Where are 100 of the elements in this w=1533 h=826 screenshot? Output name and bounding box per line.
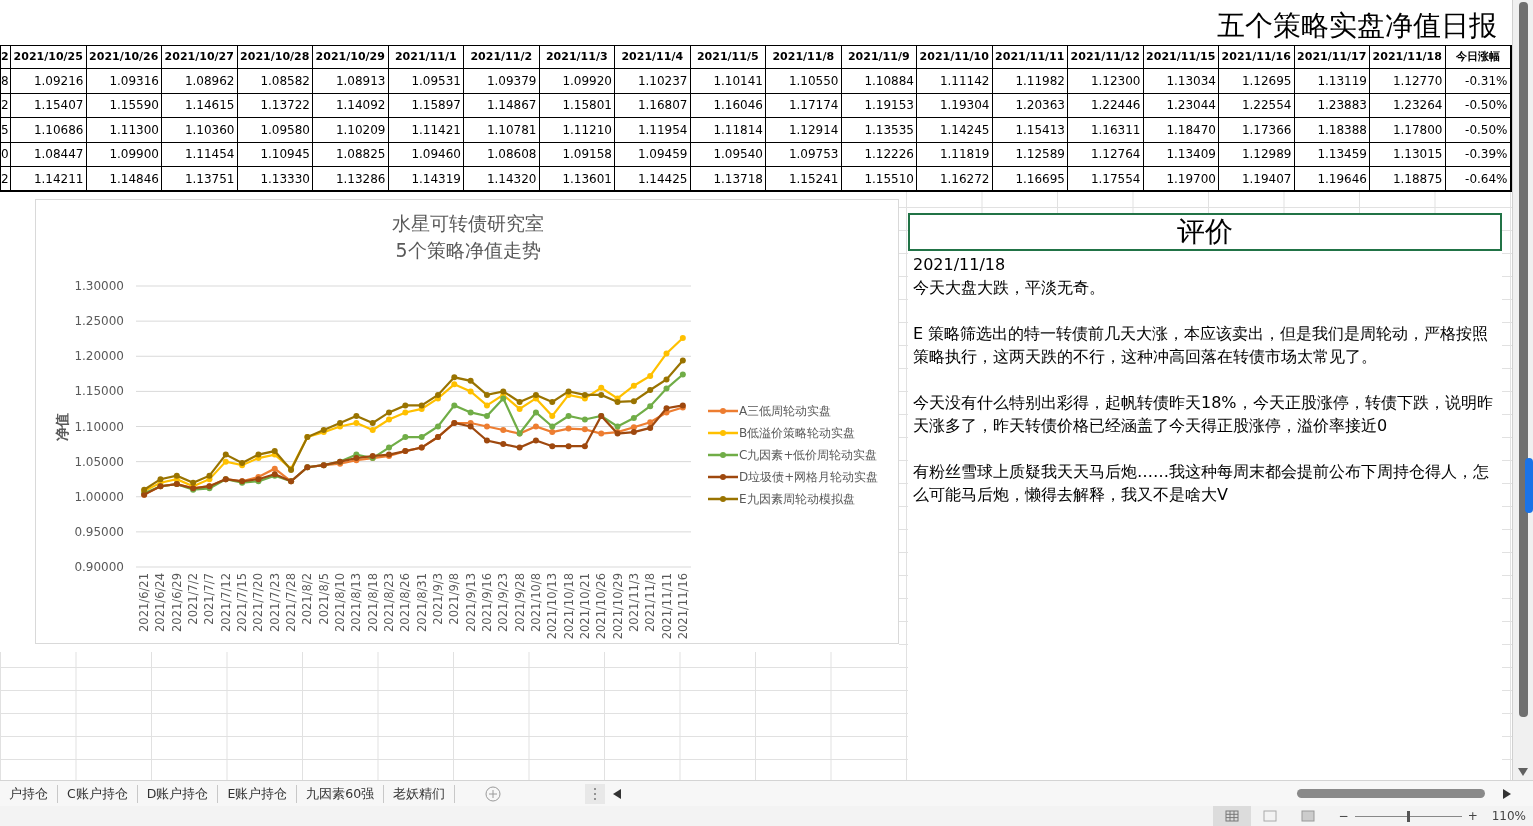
table-cell: 1.09540 [690, 142, 766, 167]
table-cell: 1.10141 [690, 68, 766, 93]
table-cell: 1.11814 [690, 117, 766, 142]
table-cell: 1.09459 [614, 142, 690, 167]
column-header: 2021/11/17 [1294, 45, 1370, 69]
chart-title: 5个策略净值走势 [395, 239, 541, 261]
x-tick-label: 2021/9/23 [496, 573, 511, 632]
table-cell: 1.12914 [765, 117, 841, 142]
table-cell: 1.13015 [1369, 142, 1445, 167]
table-cell: 1.13034 [1143, 68, 1219, 93]
table-cell: 1.16807 [614, 93, 690, 118]
report-title: 五个策略实盘净值日报 [1217, 8, 1497, 44]
x-tick-label: 2021/7/12 [218, 573, 233, 632]
table-cell: 1.12226 [841, 142, 917, 167]
x-tick-label: 2021/9/13 [463, 573, 478, 632]
x-tick-label: 2021/8/2 [300, 573, 315, 625]
x-tick-label: 2021/8/31 [414, 573, 429, 632]
table-cell: 1.10686 [10, 117, 86, 142]
column-header: 2021/11/16 [1218, 45, 1294, 69]
y-tick-label: 1.10000 [74, 419, 124, 434]
column-header: 2021/11/9 [841, 45, 917, 69]
table-cell: 1.23883 [1294, 93, 1370, 118]
table-cell: 1.18470 [1143, 117, 1219, 142]
table-cell: 1.17366 [1218, 117, 1294, 142]
legend-label: C九因素+低价周轮动实盘 [739, 448, 878, 462]
x-tick-label: 2021/10/18 [561, 573, 576, 640]
table-cell: 1.09753 [765, 142, 841, 167]
x-tick-label: 2021/10/26 [594, 573, 609, 640]
table-cell: 1.09216 [10, 68, 86, 93]
table-cell: 5 [0, 117, 11, 142]
table-cell: 1.22554 [1218, 93, 1294, 118]
table-cell: 1.16046 [690, 93, 766, 118]
table-cell: 1.09531 [388, 68, 464, 93]
y-axis-title: 净值 [54, 412, 70, 441]
table-cell: 1.14867 [463, 93, 539, 118]
table-cell: 1.18388 [1294, 117, 1370, 142]
table-cell: 1.19304 [916, 93, 992, 118]
legend-label: E九因素周轮动模拟盘 [739, 492, 855, 506]
table-cell: 1.08608 [463, 142, 539, 167]
table-cell: 1.09580 [237, 117, 313, 142]
table-cell: 1.10884 [841, 68, 917, 93]
table-cell: 1.17800 [1369, 117, 1445, 142]
table-cell: 1.09379 [463, 68, 539, 93]
table-cell: 1.08825 [312, 142, 388, 167]
table-cell: 1.13722 [237, 93, 313, 118]
table-cell: 0 [0, 142, 11, 167]
table-cell: 1.10945 [237, 142, 313, 167]
section-header: 评价 [908, 213, 1502, 251]
table-cell: 1.09460 [388, 142, 464, 167]
x-tick-label: 2021/6/29 [169, 573, 184, 632]
table-cell: 1.15590 [86, 93, 162, 118]
column-header: 2021/10/29 [312, 45, 388, 69]
x-tick-label: 2021/11/16 [675, 573, 690, 640]
table-cell: 1.14245 [916, 117, 992, 142]
table-cell: 1.12764 [1067, 142, 1143, 167]
column-header: 2 [0, 45, 11, 69]
table-cell: 1.20363 [992, 93, 1068, 118]
column-header: 2021/11/8 [765, 45, 841, 69]
y-tick-label: 1.30000 [74, 279, 124, 293]
x-tick-label: 2021/7/7 [202, 573, 217, 625]
table-cell: 2 [0, 166, 11, 191]
table-cell: 1.08913 [312, 68, 388, 93]
y-tick-label: 0.90000 [74, 560, 124, 574]
x-tick-label: 2021/7/2 [186, 573, 201, 625]
x-tick-label: 2021/11/3 [626, 573, 641, 632]
table-cell: 1.09158 [539, 142, 615, 167]
y-tick-label: 1.05000 [74, 454, 124, 469]
column-header: 2021/10/25 [10, 45, 86, 69]
x-tick-label: 2021/8/5 [316, 573, 331, 625]
y-tick-label: 0.95000 [74, 524, 124, 539]
table-cell: 1.14092 [312, 93, 388, 118]
x-tick-label: 2021/10/13 [545, 573, 560, 640]
table-cell: 1.11142 [916, 68, 992, 93]
table-cell: 1.09316 [86, 68, 162, 93]
table-cell: 1.10781 [463, 117, 539, 142]
table-cell: 1.15413 [992, 117, 1068, 142]
table-cell: 1.13535 [841, 117, 917, 142]
x-tick-label: 2021/10/29 [610, 573, 625, 640]
table-cell: 1.08962 [161, 68, 237, 93]
x-tick-label: 2021/9/8 [447, 573, 462, 625]
x-tick-label: 2021/7/20 [251, 573, 266, 632]
column-header: 2021/11/2 [463, 45, 539, 69]
y-tick-label: 1.25000 [74, 314, 124, 329]
table-cell: 1.10237 [614, 68, 690, 93]
column-header: 2021/11/18 [1369, 45, 1445, 69]
column-header: 2021/10/27 [161, 45, 237, 69]
legend-label: A三低周轮动实盘 [739, 404, 832, 418]
zoom-level: 110% [1491, 808, 1526, 825]
table-cell: 1.13409 [1143, 142, 1219, 167]
table-cell: 1.08582 [237, 68, 313, 93]
table-cell: 1.23264 [1369, 93, 1445, 118]
table-cell: 1.12300 [1067, 68, 1143, 93]
x-tick-label: 2021/7/28 [284, 573, 299, 632]
x-tick-label: 2021/11/8 [643, 573, 658, 632]
column-header: 2021/11/3 [539, 45, 615, 69]
table-cell: 1.09920 [539, 68, 615, 93]
comment-paragraph: 今天没有什么特别出彩得，起帆转债昨天18%，今天正股涨停，转债下跌，说明昨天涨多了，昨天转债价格已经涵盖了今天得正股涨停，溢价率接近0 [913, 392, 1494, 437]
table-cell: 1.15801 [539, 93, 615, 118]
table-cell: 1.22446 [1067, 93, 1143, 118]
column-header: 2021/11/10 [916, 45, 992, 69]
